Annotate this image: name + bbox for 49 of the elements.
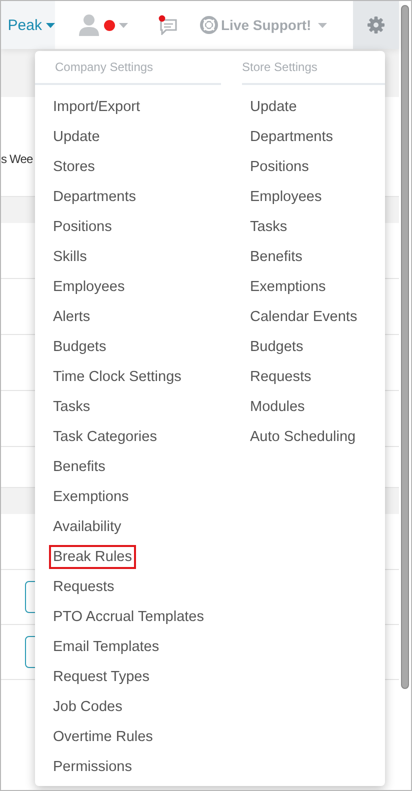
menu-item[interactable]: Exemptions: [49, 485, 133, 509]
menu-item[interactable]: Auto Scheduling: [246, 425, 360, 449]
settings-icon: [367, 16, 385, 34]
menu-item[interactable]: Update: [49, 125, 104, 149]
menu-item[interactable]: Job Codes: [49, 695, 126, 719]
menu-item[interactable]: Departments: [246, 125, 338, 149]
status-dot: [104, 20, 115, 30]
week-label: s Wee: [1, 152, 33, 166]
menu-item[interactable]: Stores: [49, 155, 99, 179]
scrollbar[interactable]: [401, 5, 409, 689]
menu-item[interactable]: Tasks: [49, 395, 94, 419]
menu-item[interactable]: Calendar Events: [246, 305, 362, 329]
menu-item[interactable]: Employees: [246, 185, 326, 209]
menu-item[interactable]: PTO Accrual Templates: [49, 605, 208, 629]
menu-item[interactable]: Positions: [246, 155, 313, 179]
menu-item[interactable]: Modules: [246, 395, 309, 419]
menu-item[interactable]: Budgets: [246, 335, 308, 359]
menu-item[interactable]: Benefits: [49, 455, 110, 479]
user-avatar-icon[interactable]: [79, 14, 99, 36]
menu-item[interactable]: Overtime Rules: [49, 725, 157, 749]
menu-item[interactable]: Positions: [49, 215, 116, 239]
menu-item[interactable]: Departments: [49, 185, 140, 209]
menu-item[interactable]: Update: [246, 95, 301, 119]
lifebuoy-icon: [200, 16, 218, 34]
menu-item[interactable]: Import/Export: [49, 95, 144, 119]
caret-icon: [46, 22, 55, 28]
column-heading: Company Settings: [55, 60, 154, 74]
menu-item[interactable]: Email Templates: [49, 635, 164, 659]
menu-item[interactable]: Benefits: [246, 245, 306, 269]
menu-item[interactable]: Break Rules: [49, 545, 136, 569]
chat-icon[interactable]: [158, 15, 178, 35]
caret-icon: [318, 22, 328, 28]
menu-item[interactable]: Requests: [246, 365, 316, 389]
menu-item[interactable]: Task Categories: [49, 425, 161, 449]
menu-item[interactable]: Alerts: [49, 305, 94, 329]
menu-item[interactable]: Permissions: [49, 755, 136, 779]
menu-item[interactable]: Skills: [49, 245, 91, 269]
column-heading: Store Settings: [242, 60, 318, 74]
menu-item[interactable]: Request Types: [49, 665, 154, 689]
menu-item[interactable]: Tasks: [246, 215, 292, 239]
menu-item[interactable]: Exemptions: [246, 275, 330, 299]
store-dropdown[interactable]: Peak: [1, 1, 55, 49]
caret-icon: [119, 22, 128, 28]
menu-item[interactable]: Time Clock Settings: [49, 365, 186, 389]
menu-item[interactable]: Budgets: [49, 335, 110, 359]
menu-item[interactable]: Requests: [49, 575, 118, 599]
menu-item[interactable]: Availability: [49, 515, 126, 539]
menu-item[interactable]: Employees: [49, 275, 129, 299]
settings-button[interactable]: [353, 1, 399, 49]
